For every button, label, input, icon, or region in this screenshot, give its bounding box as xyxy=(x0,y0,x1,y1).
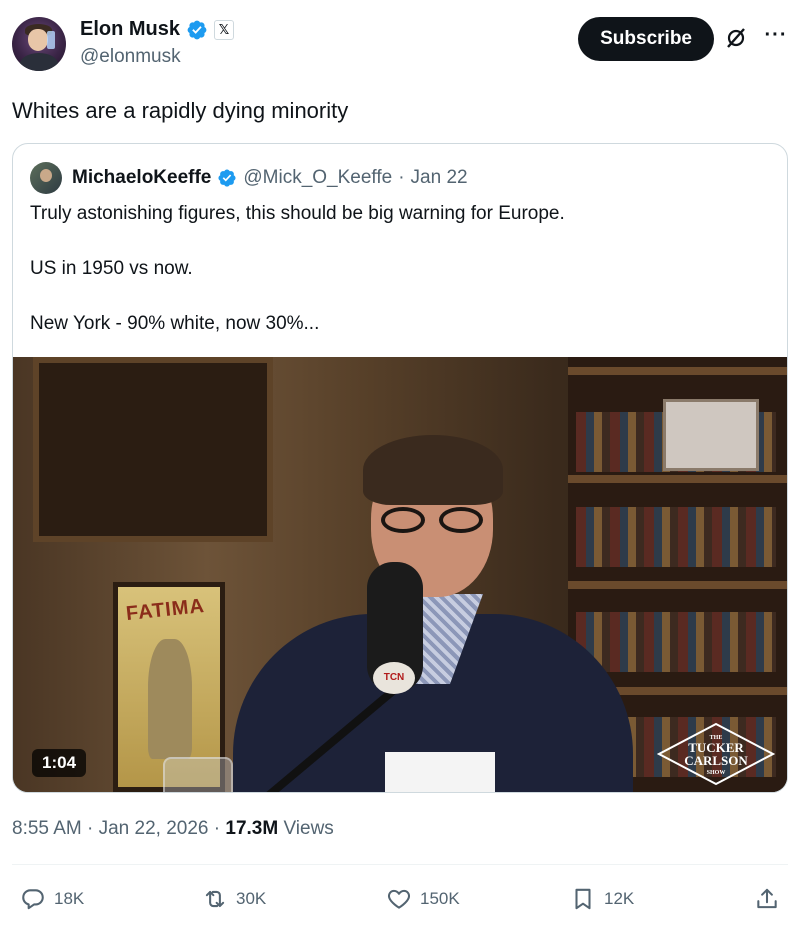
author-name[interactable]: Elon Musk xyxy=(80,18,180,41)
tweet-date[interactable]: Jan 22, 2026 xyxy=(99,818,209,839)
repost-count: 30K xyxy=(236,889,267,908)
action-bar: 18K 30K 150K 12K xyxy=(0,878,800,922)
separator-dot: · xyxy=(87,818,94,839)
tweet-text: Whites are a rapidly dying minority xyxy=(12,98,349,123)
views-label: Views xyxy=(283,818,334,839)
quoted-author-name[interactable]: MichaeloKeeffe xyxy=(72,167,211,189)
heart-icon xyxy=(387,889,411,909)
poster-text: FATIMA xyxy=(125,594,206,626)
mic-logo: TCN xyxy=(373,662,415,694)
tweet-meta: 8:55 AM · Jan 22, 2026 · 17.3M Views xyxy=(12,818,334,840)
video-photo-frame xyxy=(663,399,759,471)
show-logo-line2: CARLSON xyxy=(684,753,748,768)
separator-dot: · xyxy=(398,167,405,188)
quoted-author-handle[interactable]: @Mick_O_Keeffe xyxy=(243,167,392,189)
separator-dot: · xyxy=(213,818,221,839)
like-button[interactable]: 150K xyxy=(386,886,460,912)
more-options-icon[interactable]: ··· xyxy=(764,25,788,50)
quoted-tweet-card[interactable]: MichaeloKeeffe @Mick_O_Keeffe · Jan 22 T… xyxy=(12,143,788,793)
author-name-row: Elon Musk 𝕏 xyxy=(80,18,235,41)
views-count: 17.3M xyxy=(225,818,279,839)
quoted-tweet-text: Truly astonishing figures, this should b… xyxy=(30,200,565,337)
share-icon xyxy=(757,888,777,909)
quoted-text-line: US in 1950 vs now. xyxy=(30,258,193,279)
tweet-time[interactable]: 8:55 AM xyxy=(12,818,82,839)
video-speaker xyxy=(223,399,633,792)
verified-badge-icon[interactable] xyxy=(186,19,208,41)
share-button[interactable] xyxy=(754,886,780,912)
tweet-header: Elon Musk 𝕏 @elonmusk Subscribe ··· xyxy=(12,14,788,74)
reply-count: 18K xyxy=(54,889,85,908)
show-logo-bottom: SHOW xyxy=(707,770,726,776)
author-handle[interactable]: @elonmusk xyxy=(80,46,181,68)
bookmark-icon xyxy=(575,888,591,910)
repost-button[interactable]: 30K xyxy=(202,886,266,912)
divider xyxy=(12,864,788,865)
bookmark-count: 12K xyxy=(604,889,635,908)
bookmark-button[interactable]: 12K xyxy=(570,886,634,912)
reply-button[interactable]: 18K xyxy=(20,886,84,912)
quoted-text-line: New York - 90% white, now 30%... xyxy=(30,313,320,334)
video-player[interactable]: FATIMA TCN 1:04 THE TUCKER CARLSON SHOW xyxy=(13,357,787,792)
x-affiliate-badge-icon[interactable]: 𝕏 xyxy=(214,19,235,40)
quoted-text-line: Truly astonishing figures, this should b… xyxy=(30,203,565,224)
quoted-tweet-header: MichaeloKeeffe @Mick_O_Keeffe · Jan 22 xyxy=(30,162,468,194)
reply-icon xyxy=(22,889,44,910)
repost-icon xyxy=(205,890,225,908)
like-count: 150K xyxy=(420,889,460,908)
quoted-tweet-date[interactable]: Jan 22 xyxy=(411,167,468,189)
show-logo: THE TUCKER CARLSON SHOW xyxy=(657,722,775,786)
author-avatar[interactable] xyxy=(12,17,66,71)
quoted-author-avatar[interactable] xyxy=(30,162,62,194)
grok-icon[interactable] xyxy=(724,26,748,50)
verified-badge-icon xyxy=(218,169,236,187)
subscribe-button[interactable]: Subscribe xyxy=(578,17,714,61)
video-duration-badge: 1:04 xyxy=(32,749,87,777)
